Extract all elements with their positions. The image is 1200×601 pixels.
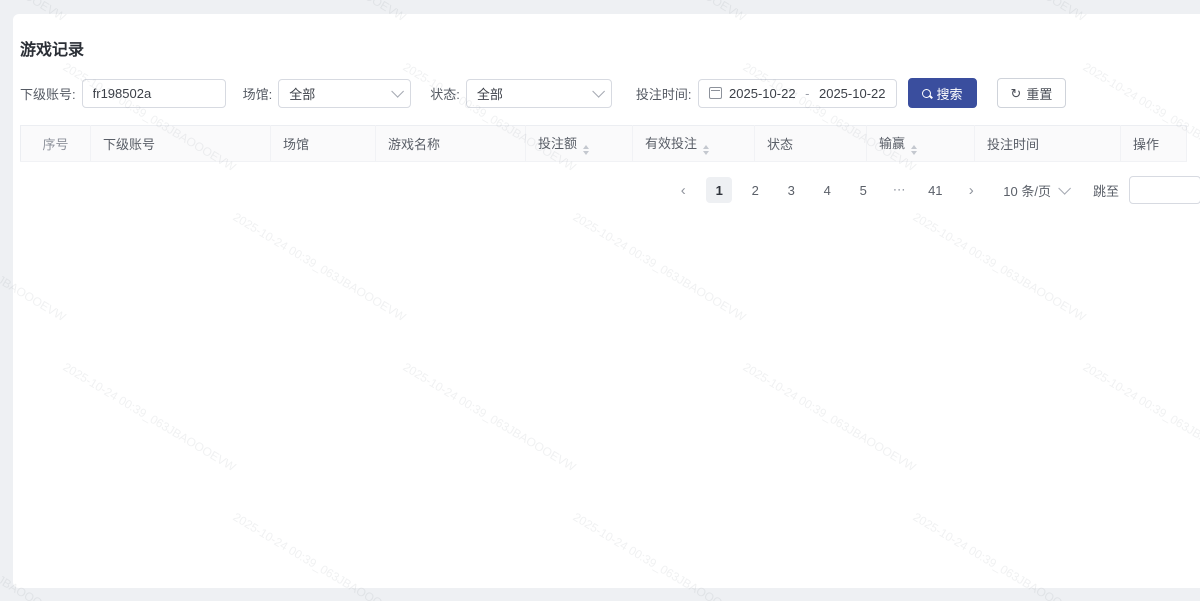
reset-icon: ↻ bbox=[1011, 87, 1022, 100]
page-number-4[interactable]: 4 bbox=[814, 177, 840, 203]
page-size-select[interactable]: 10 条/页 bbox=[1003, 181, 1067, 200]
reset-button-label: 重置 bbox=[1026, 84, 1052, 103]
account-label: 下级账号: bbox=[20, 84, 76, 103]
search-icon bbox=[922, 89, 931, 98]
reset-button[interactable]: ↻ 重置 bbox=[997, 78, 1067, 108]
chevron-down-icon bbox=[592, 85, 605, 98]
page-number-1[interactable]: 1 bbox=[706, 177, 732, 203]
bet-time-label: 投注时间: bbox=[636, 84, 692, 103]
account-input[interactable] bbox=[93, 86, 215, 101]
page-size-value: 10 条/页 bbox=[1003, 181, 1051, 200]
next-page-button[interactable]: › bbox=[958, 177, 984, 203]
venue-select-value: 全部 bbox=[289, 84, 315, 103]
sort-icon[interactable] bbox=[583, 145, 589, 155]
page-number-2[interactable]: 2 bbox=[742, 177, 768, 203]
date-separator: - bbox=[803, 86, 811, 101]
column-header[interactable]: 有效投注 bbox=[633, 126, 755, 162]
calendar-icon bbox=[709, 87, 722, 99]
pagination: ‹ 12345 ⋯ 41 › 10 条/页 跳至 bbox=[13, 176, 1200, 204]
column-header[interactable]: 输赢 bbox=[867, 126, 975, 162]
venue-label: 场馆: bbox=[243, 84, 273, 103]
page-number-41[interactable]: 41 bbox=[922, 177, 948, 203]
search-button-label: 搜索 bbox=[937, 84, 963, 103]
column-header: 操作 bbox=[1121, 126, 1187, 162]
date-end[interactable]: 2025-10-22 bbox=[819, 86, 886, 101]
table-header-row: 序号下级账号场馆游戏名称投注额有效投注状态输赢投注时间操作 bbox=[21, 126, 1187, 162]
column-header: 状态 bbox=[755, 126, 867, 162]
status-select-value: 全部 bbox=[477, 84, 503, 103]
column-header: 场馆 bbox=[271, 126, 376, 162]
sort-icon[interactable] bbox=[703, 145, 709, 155]
column-header[interactable]: 投注额 bbox=[526, 126, 633, 162]
page-number-3[interactable]: 3 bbox=[778, 177, 804, 203]
chevron-down-icon bbox=[392, 85, 405, 98]
prev-page-button[interactable]: ‹ bbox=[670, 177, 696, 203]
jump-page-input[interactable] bbox=[1129, 176, 1200, 204]
column-header: 投注时间 bbox=[975, 126, 1121, 162]
filter-bar: 下级账号: 场馆: 全部 状态: 全部 投注时间: 2025-10-22 - 2… bbox=[20, 78, 1200, 108]
page-ellipsis: ⋯ bbox=[886, 177, 912, 203]
page-number-5[interactable]: 5 bbox=[850, 177, 876, 203]
search-button[interactable]: 搜索 bbox=[908, 78, 977, 108]
column-header: 序号 bbox=[21, 126, 91, 162]
jump-to-page: 跳至 bbox=[1093, 176, 1200, 204]
content-card: 游戏记录 下级账号: 场馆: 全部 状态: 全部 投注时间: 2025-10-2… bbox=[13, 14, 1200, 588]
status-select[interactable]: 全部 bbox=[466, 79, 612, 108]
status-label: 状态: bbox=[430, 84, 460, 103]
account-input-wrap bbox=[82, 79, 226, 108]
jump-label: 跳至 bbox=[1093, 181, 1119, 200]
date-start[interactable]: 2025-10-22 bbox=[729, 86, 796, 101]
column-header: 下级账号 bbox=[91, 126, 271, 162]
date-range-picker[interactable]: 2025-10-22 - 2025-10-22 bbox=[698, 79, 897, 108]
column-header: 游戏名称 bbox=[376, 126, 526, 162]
records-table: 序号下级账号场馆游戏名称投注额有效投注状态输赢投注时间操作 bbox=[20, 125, 1187, 162]
sort-icon[interactable] bbox=[911, 145, 917, 155]
venue-select[interactable]: 全部 bbox=[278, 79, 411, 108]
page-title: 游戏记录 bbox=[20, 36, 1200, 60]
chevron-down-icon bbox=[1058, 182, 1071, 195]
